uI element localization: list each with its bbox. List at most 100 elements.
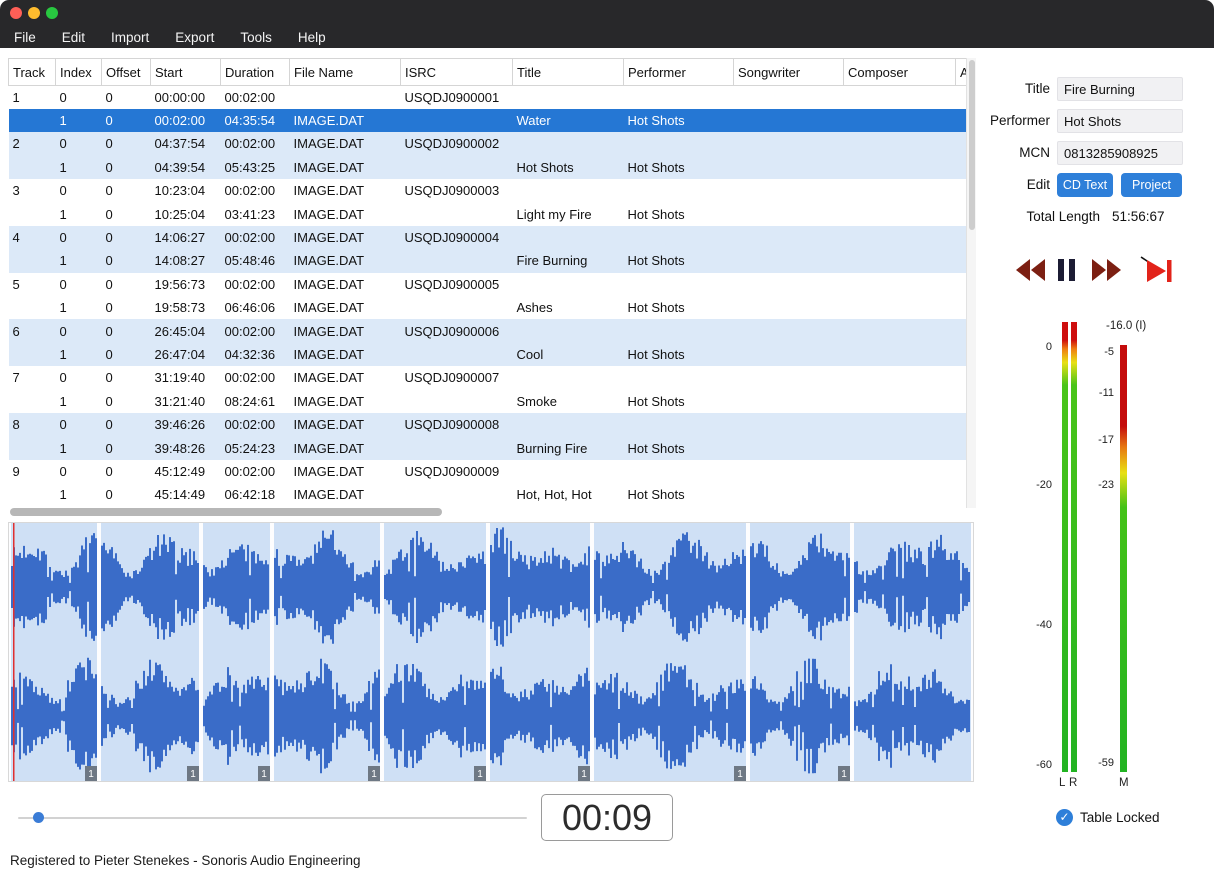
cell [844, 319, 956, 342]
column-header-track[interactable]: Track [9, 59, 56, 86]
table-row[interactable]: 90045:12:4900:02:00IMAGE.DATUSQDJ0900009 [9, 460, 967, 483]
table-row[interactable]: 1026:47:0404:32:36IMAGE.DATCoolHot Shots [9, 343, 967, 366]
cell [734, 296, 844, 319]
svg-text:1: 1 [190, 769, 196, 780]
table-row[interactable]: 1031:21:4008:24:61IMAGE.DATSmokeHot Shot… [9, 390, 967, 413]
table-row[interactable]: 50019:56:7300:02:00IMAGE.DATUSQDJ0900005 [9, 273, 967, 296]
m-scale-17: -17 [1086, 434, 1114, 446]
cell: 10:23:04 [151, 179, 221, 202]
table-row[interactable]: 10000:00:0000:02:00USQDJ0900001 [9, 86, 967, 109]
total-length-value: 51:56:67 [1112, 209, 1165, 224]
zoom-window-button[interactable] [46, 7, 58, 19]
cell [624, 413, 734, 436]
column-header-performer[interactable]: Performer [624, 59, 734, 86]
title-input[interactable] [1057, 77, 1183, 101]
horizontal-scrollbar[interactable] [8, 507, 966, 517]
table-row[interactable]: 70031:19:4000:02:00IMAGE.DATUSQDJ0900007 [9, 366, 967, 389]
cell: USQDJ0900008 [401, 413, 513, 436]
close-window-button[interactable] [10, 7, 22, 19]
column-header-index[interactable]: Index [56, 59, 102, 86]
waveform-display[interactable]: 11111111 [8, 522, 974, 782]
position-slider-track[interactable] [18, 817, 527, 819]
table-locked-toggle[interactable]: ✓ Table Locked [1056, 809, 1160, 826]
column-header-duration[interactable]: Duration [221, 59, 290, 86]
cell: IMAGE.DAT [290, 249, 401, 272]
cell: Hot Shots [624, 343, 734, 366]
column-header-offset[interactable]: Offset [102, 59, 151, 86]
minimize-window-button[interactable] [28, 7, 40, 19]
cell [844, 343, 956, 366]
fast-forward-button[interactable] [1092, 259, 1122, 286]
cell: 0 [56, 179, 102, 202]
cd-text-button[interactable]: CD Text [1057, 173, 1113, 197]
menu-import[interactable]: Import [98, 30, 162, 45]
table-row[interactable]: 1004:39:5405:43:25IMAGE.DATHot ShotsHot … [9, 156, 967, 179]
cell [624, 460, 734, 483]
column-header-title[interactable]: Title [513, 59, 624, 86]
mcn-input[interactable] [1057, 141, 1183, 165]
table-row[interactable]: 1000:02:0004:35:54IMAGE.DATWaterHot Shot… [9, 109, 967, 132]
cell: 00:02:00 [151, 109, 221, 132]
table-row[interactable]: 1045:14:4906:42:18IMAGE.DATHot, Hot, Hot… [9, 483, 967, 506]
cell: 7 [9, 366, 56, 389]
cell [9, 202, 56, 225]
cell: 0 [102, 390, 151, 413]
cell: IMAGE.DAT [290, 179, 401, 202]
column-header-arr[interactable]: Arr [956, 59, 967, 86]
position-slider-thumb[interactable] [33, 812, 44, 823]
table-row[interactable]: 1019:58:7306:46:06IMAGE.DATAshesHot Shot… [9, 296, 967, 319]
cell [734, 343, 844, 366]
table-row[interactable]: 1014:08:2705:48:46IMAGE.DATFire BurningH… [9, 249, 967, 272]
column-header-isrc[interactable]: ISRC [401, 59, 513, 86]
cell: 04:35:54 [221, 109, 290, 132]
cell [624, 132, 734, 155]
cell: 0 [102, 366, 151, 389]
cell: Hot Shots [624, 249, 734, 272]
project-button[interactable]: Project [1121, 173, 1182, 197]
horizontal-scrollbar-thumb[interactable] [10, 508, 442, 516]
column-header-songwriter[interactable]: Songwriter [734, 59, 844, 86]
column-header-file-name[interactable]: File Name [290, 59, 401, 86]
vertical-scrollbar[interactable] [966, 58, 976, 508]
vertical-scrollbar-thumb[interactable] [969, 60, 975, 230]
cell [844, 436, 956, 459]
pause-button[interactable] [1058, 259, 1076, 286]
column-header-start[interactable]: Start [151, 59, 221, 86]
cell [734, 226, 844, 249]
cell: 06:42:18 [221, 483, 290, 506]
menu-export[interactable]: Export [162, 30, 227, 45]
cell: 0 [56, 366, 102, 389]
menu-edit[interactable]: Edit [49, 30, 98, 45]
cell: 26:47:04 [151, 343, 221, 366]
table-row[interactable]: 80039:46:2600:02:00IMAGE.DATUSQDJ0900008 [9, 413, 967, 436]
channel-label-right: R [1069, 777, 1077, 789]
cell: Hot, Hot, Hot [513, 483, 624, 506]
menu-help[interactable]: Help [285, 30, 339, 45]
cell [513, 179, 624, 202]
table-row[interactable]: 20004:37:5400:02:00IMAGE.DATUSQDJ0900002 [9, 132, 967, 155]
table-row[interactable]: 40014:06:2700:02:00IMAGE.DATUSQDJ0900004 [9, 226, 967, 249]
waveform-svg: 11111111 [9, 523, 973, 781]
level-meter-right [1071, 322, 1077, 772]
cell: 0 [102, 319, 151, 342]
cell: IMAGE.DAT [290, 132, 401, 155]
cell [734, 156, 844, 179]
rewind-button[interactable] [1016, 259, 1046, 286]
cell: 0 [56, 132, 102, 155]
menu-file[interactable]: File [1, 30, 49, 45]
table-row[interactable]: 1039:48:2605:24:23IMAGE.DATBurning FireH… [9, 436, 967, 459]
table-row[interactable]: 60026:45:0400:02:00IMAGE.DATUSQDJ0900006 [9, 319, 967, 342]
cell: IMAGE.DAT [290, 202, 401, 225]
cell: 19:58:73 [151, 296, 221, 319]
cell [401, 202, 513, 225]
menu-tools[interactable]: Tools [227, 30, 285, 45]
cell [844, 296, 956, 319]
cell: 0 [102, 436, 151, 459]
cell: 0 [102, 226, 151, 249]
performer-input[interactable] [1057, 109, 1183, 133]
cell [956, 366, 967, 389]
table-row[interactable]: 30010:23:0400:02:00IMAGE.DATUSQDJ0900003 [9, 179, 967, 202]
table-row[interactable]: 1010:25:0403:41:23IMAGE.DATLight my Fire… [9, 202, 967, 225]
column-header-composer[interactable]: Composer [844, 59, 956, 86]
play-to-marker-button[interactable] [1140, 255, 1174, 288]
